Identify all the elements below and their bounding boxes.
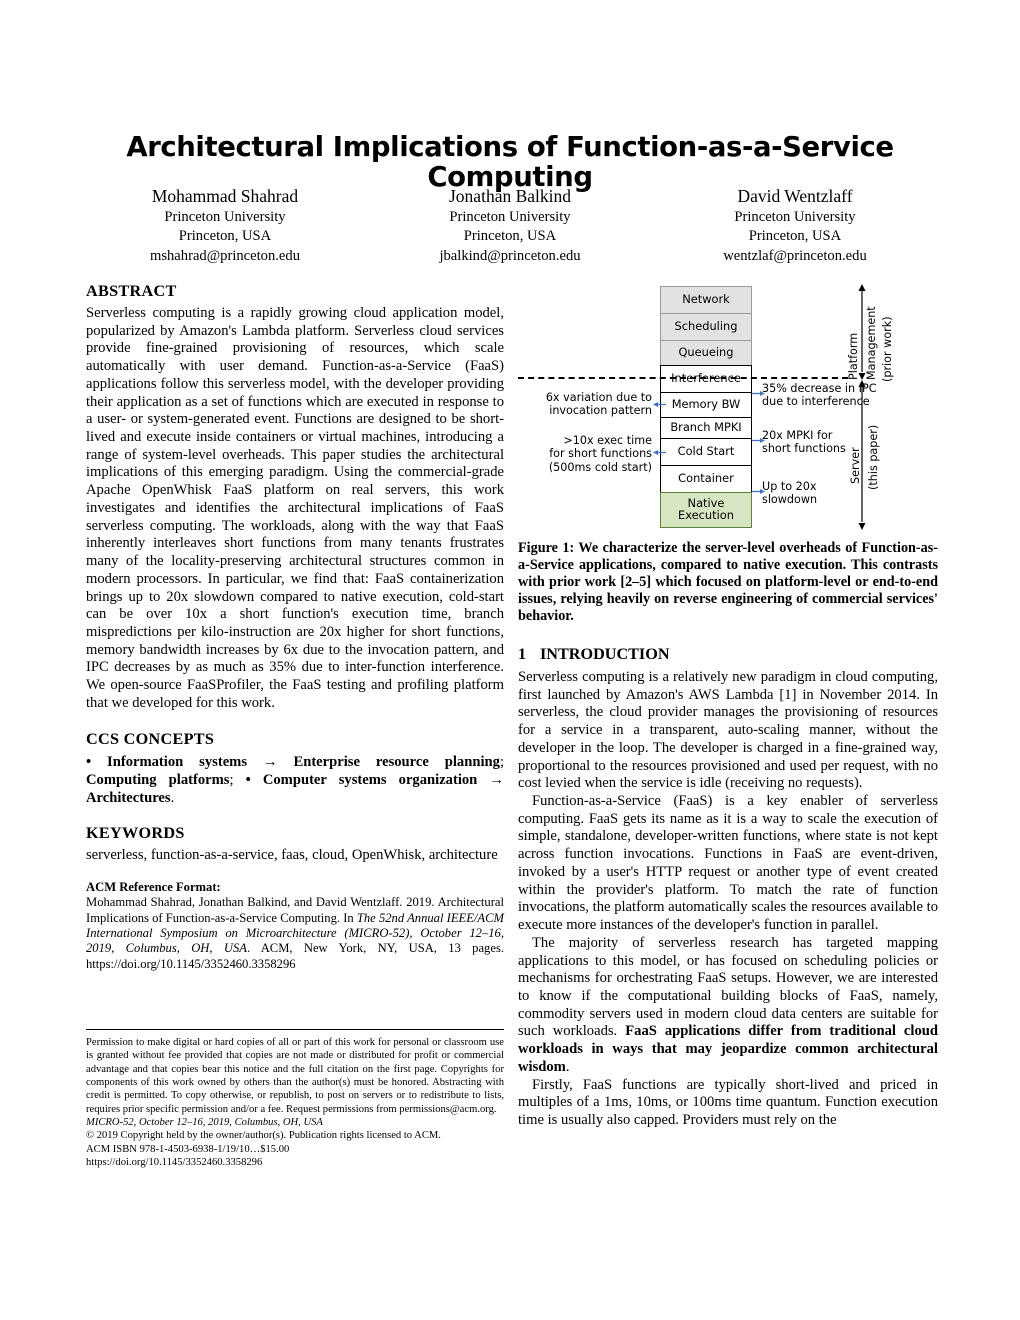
figure-1: Network Scheduling Queueing Interference…: [518, 284, 938, 534]
copyright-isbn: ACM ISBN 978-1-4503-6938-1/19/10…$15.00: [86, 1143, 290, 1155]
author-city: Princeton, USA: [463, 228, 557, 245]
arrow-right-branch-mpki-icon: [752, 437, 765, 444]
author-affiliation: Princeton University: [734, 209, 856, 226]
author-affiliation: Princeton University: [449, 209, 571, 226]
author-email: mshahrad@princeton.edu: [149, 247, 300, 264]
annotation-line: 6x variation due to: [545, 391, 652, 404]
author-name: Jonathan Balkind: [449, 186, 571, 206]
author-block: Mohammad Shahrad Princeton University Pr…: [85, 185, 365, 266]
ccs-sep-1: ;: [499, 753, 504, 770]
stack-box-queueing: Queueing: [660, 340, 752, 365]
ccs-period: .: [170, 789, 175, 806]
author-block: David Wentzlaff Princeton University Pri…: [655, 185, 935, 266]
annotation-line: >10x exec time: [563, 434, 652, 447]
right-column: 1 INTRODUCTION Serverless computing is a …: [518, 645, 938, 1130]
axis-label-line: (prior work): [881, 316, 894, 382]
figure-caption-text: We characterize the server-level overhea…: [518, 540, 938, 625]
copyright-venue: MICRO-52, October 12–16, 2019, Columbus,…: [86, 1117, 323, 1129]
annotation-cold-start: >10x exec time for short functions (500m…: [524, 434, 652, 474]
axis-label-line: Platform: [847, 332, 860, 380]
annotation-line: due to interference: [762, 395, 870, 409]
paper-page: Architectural Implications of Function-a…: [0, 0, 1020, 1320]
copyright-holder: © 2019 Copyright held by the owner/autho…: [86, 1130, 441, 1142]
stack-box-container: Container: [660, 465, 752, 492]
copyright-doi: https://doi.org/10.1145/3352460.3358296: [86, 1157, 263, 1169]
annotation-line: 35% decrease in IPC: [762, 382, 877, 395]
author-name: David Wentzlaff: [737, 186, 853, 206]
author-name: Mohammad Shahrad: [151, 186, 299, 206]
copyright-block: Permission to make digital or hard copie…: [86, 1036, 504, 1169]
copyright-permission: Permission to make digital or hard copie…: [86, 1037, 504, 1115]
author-city: Princeton, USA: [748, 228, 842, 245]
intro-paragraph-2: Function-as-a-Service (FaaS) is a key en…: [518, 793, 938, 934]
section-number: 1: [518, 645, 527, 663]
stack-box-scheduling: Scheduling: [660, 313, 752, 340]
stack-box-network: Network: [660, 286, 752, 313]
ccs-heading: CCS CONCEPTS: [86, 729, 215, 748]
author-list: Mohammad Shahrad Princeton University Pr…: [85, 185, 935, 266]
acm-reference-block: ACM Reference Format: Mohammad Shahrad, …: [86, 880, 504, 973]
figure-caption-label: Figure 1:: [518, 540, 575, 556]
platform-management-label-2: Management: [865, 284, 879, 380]
left-column: ABSTRACT Serverless computing is a rapid…: [86, 282, 504, 972]
ccs-concept-1: • Information systems → Enterprise resou…: [86, 753, 500, 770]
abstract-text: Serverless computing is a rapidly growin…: [86, 305, 504, 711]
stack-box-memory-bw: Memory BW: [660, 392, 752, 417]
annotation-line: (500ms cold start): [548, 460, 652, 474]
copyright-divider: [86, 1029, 504, 1030]
author-city: Princeton, USA: [178, 228, 272, 245]
arrow-left-cold-start-icon: [653, 449, 666, 456]
arrow-right-container-icon: [752, 488, 765, 495]
stack-box-native-execution: Native Execution: [660, 492, 752, 528]
intro-paragraph-1: Serverless computing is a relatively new…: [518, 669, 938, 792]
axis-label-line: (this paper): [867, 424, 880, 490]
annotation-line: for short functions: [549, 447, 652, 461]
author-email: wentzlaf@princeton.edu: [723, 247, 867, 264]
axis-label-line: Management: [865, 306, 878, 380]
ccs-concept-2: Computing platforms: [86, 771, 230, 788]
annotation-interference: 35% decrease in IPC due to interference: [762, 382, 894, 409]
server-label: Server: [849, 414, 863, 484]
section-title: INTRODUCTION: [540, 645, 670, 663]
annotation-line: invocation pattern: [549, 404, 652, 418]
arrow-left-memory-bw-icon: [653, 401, 666, 408]
stack-box-cold-start: Cold Start: [660, 438, 752, 465]
keywords-text: serverless, function-as-a-service, faas,…: [86, 846, 498, 863]
author-affiliation: Princeton University: [164, 209, 286, 226]
intro-p3-part-c: .: [565, 1058, 570, 1075]
page-title: Architectural Implications of Function-a…: [126, 131, 894, 194]
introduction-heading: 1 INTRODUCTION: [518, 645, 938, 664]
annotation-line: slowdown: [762, 493, 818, 507]
arrow-right-interference-icon: [752, 390, 765, 397]
platform-management-label: Platform: [847, 292, 861, 380]
overhead-stack: Network Scheduling Queueing Interference…: [660, 286, 752, 528]
annotation-memory-bw: 6x variation due to invocation pattern: [524, 391, 652, 418]
platform-server-divider: [518, 377, 848, 379]
stack-box-branch-mpki: Branch MPKI: [660, 417, 752, 438]
author-block: Jonathan Balkind Princeton University Pr…: [370, 185, 650, 266]
abstract-heading: ABSTRACT: [86, 282, 177, 300]
intro-paragraph-3: The majority of serverless research has …: [518, 935, 938, 1077]
figure-caption: Figure 1: We characterize the server-lev…: [518, 540, 938, 625]
author-email: jbalkind@princeton.edu: [439, 247, 581, 264]
acm-reference-heading: ACM Reference Format:: [86, 879, 221, 894]
platform-management-label-3: (prior work): [881, 290, 895, 382]
intro-paragraph-4: Firstly, FaaS functions are typically sh…: [518, 1076, 938, 1128]
ccs-text: • Information systems → Enterprise resou…: [86, 753, 504, 807]
axis-label-line: Server: [849, 447, 862, 484]
server-label-2: (this paper): [867, 408, 881, 490]
keywords-heading: KEYWORDS: [86, 823, 185, 842]
